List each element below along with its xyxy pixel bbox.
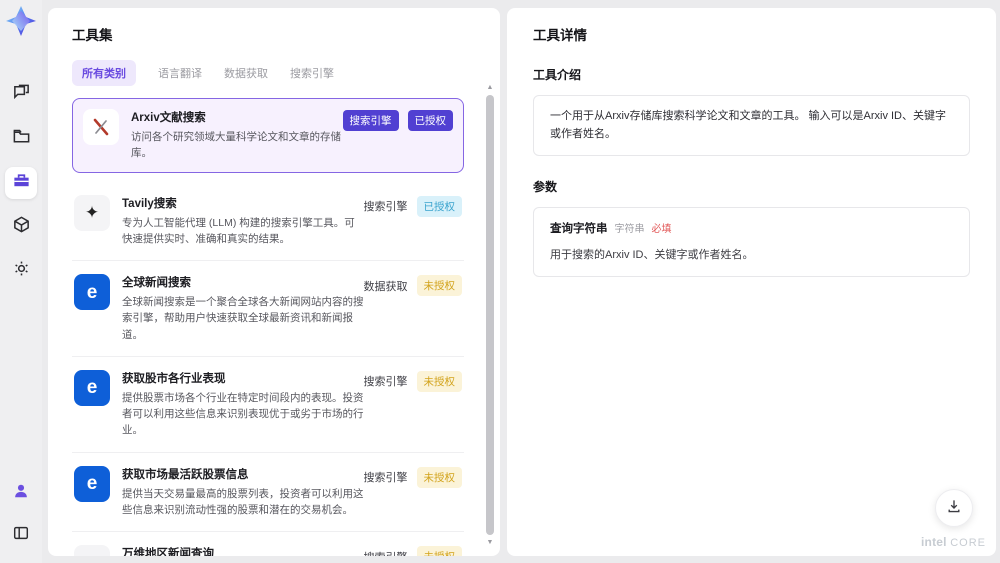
tool-name: 获取市场最活跃股票信息 [122, 468, 249, 481]
tool-name: 获取股市各行业表现 [122, 372, 226, 385]
param-card: 查询字符串 字符串 必填 用于搜索的Arxiv ID、关键字或作者姓名。 [533, 207, 970, 278]
cube-icon [12, 215, 31, 239]
tool-name: 全球新闻搜索 [122, 277, 191, 290]
scroll-down-icon[interactable]: ▼ [487, 537, 494, 548]
auth-badge: 已授权 [407, 110, 453, 131]
tool-name: Arxiv文献搜索 [131, 112, 206, 124]
sidebar [0, 0, 42, 563]
auth-badge: 未授权 [416, 546, 462, 556]
brand-intel-text: intel [921, 535, 947, 549]
tool-desc: 全球新闻搜索是一个聚合全球各大新闻网站内容的搜索引擎，帮助用户快速获取全球最新资… [122, 296, 364, 341]
category-label: 搜索引擎 [363, 376, 408, 389]
sidebar-item-tools[interactable] [5, 167, 37, 199]
chat-icon [12, 83, 31, 107]
sidebar-item-settings[interactable] [5, 255, 37, 287]
tool-list: Arxiv文献搜索 访问各个研究领域大量科学论文和文章的存储库。 搜索引擎 已授… [72, 98, 476, 556]
tool-desc: 访问各个研究领域大量科学论文和文章的存储库。 [131, 131, 341, 160]
param-required-flag: 必填 [651, 224, 672, 236]
tool-card-regional-news[interactable]: 万维地区新闻查询 查询具体行政区划内的新闻，快速了解各地新闻动态 搜索引擎 未授… [72, 532, 464, 556]
panel-toggle-button[interactable] [5, 519, 37, 551]
app-logo-icon [5, 5, 37, 37]
tool-desc: 提供当天交易量最高的股票列表，投资者可以利用这些信息来识别流动性强的股票和潜在的… [122, 487, 364, 516]
sector-performance-icon: e [74, 369, 110, 406]
param-desc: 用于搜索的Arxiv ID、关键字或作者姓名。 [550, 248, 754, 261]
tool-desc: 提供股票市场各个行业在特定时间段内的表现。投资者可以利用这些信息来识别表现优于或… [122, 391, 364, 437]
category-badge: 搜索引擎 [342, 110, 399, 131]
tool-card-global-news[interactable]: e 全球新闻搜索 全球新闻搜索是一个聚合全球各大新闻网站内容的搜索引擎，帮助用户… [72, 261, 464, 357]
active-stocks-icon: e [74, 465, 110, 502]
download-button[interactable] [934, 489, 973, 527]
regional-news-icon [74, 545, 110, 556]
tab-data-fetch[interactable]: 数据获取 [224, 60, 268, 86]
global-news-icon: e [74, 274, 110, 311]
auth-badge: 未授权 [416, 275, 462, 297]
category-label: 搜索引擎 [363, 201, 408, 214]
intel-core-logo: intel CORE [921, 535, 986, 549]
main-content: 工具集 所有类别 语言翻译 数据获取 搜索引擎 Arxiv文献搜索 访问各个研究… [42, 0, 1000, 563]
params-section-title: 参数 [533, 180, 558, 195]
intro-text: 一个用于从Arxiv存储库搜索科学论文和文章的工具。 输入可以是Arxiv ID… [550, 110, 946, 140]
tab-search-engine[interactable]: 搜索引擎 [290, 60, 334, 86]
sidebar-nav [5, 79, 37, 287]
tools-panel: 工具集 所有类别 语言翻译 数据获取 搜索引擎 Arxiv文献搜索 访问各个研究… [48, 8, 500, 556]
scrollbar: ▲ ▼ [485, 82, 495, 548]
download-icon [946, 498, 962, 519]
tool-desc: 专为人工智能代理 (LLM) 构建的搜索引擎工具。可快速提供实时、准确和真实的结… [122, 216, 355, 245]
sidebar-item-models[interactable] [5, 211, 37, 243]
arxiv-icon [83, 109, 119, 145]
corner-widgets: intel CORE [921, 489, 986, 549]
folder-icon [12, 127, 31, 151]
briefcase-icon [12, 171, 31, 195]
detail-title: 工具详情 [533, 28, 587, 43]
tool-card-arxiv[interactable]: Arxiv文献搜索 访问各个研究领域大量科学论文和文章的存储库。 搜索引擎 已授… [72, 98, 464, 173]
intro-card: 一个用于从Arxiv存储库搜索科学论文和文章的工具。 输入可以是Arxiv ID… [533, 95, 970, 157]
param-name: 查询字符串 [550, 223, 608, 236]
category-tabs: 所有类别 语言翻译 数据获取 搜索引擎 [72, 60, 476, 86]
tool-card-tavily[interactable]: ✦ Tavily搜索 专为人工智能代理 (LLM) 构建的搜索引擎工具。可快速提… [72, 182, 464, 262]
scroll-up-icon[interactable]: ▲ [487, 82, 494, 93]
auth-badge: 已授权 [416, 195, 462, 217]
tool-card-sector-performance[interactable]: e 获取股市各行业表现 提供股票市场各个行业在特定时间段内的表现。投资者可以利用… [72, 357, 464, 453]
param-type: 字符串 [614, 224, 645, 236]
user-avatar[interactable] [5, 477, 37, 509]
sidebar-item-files[interactable] [5, 123, 37, 155]
tavily-icon: ✦ [74, 194, 110, 231]
scrollbar-thumb[interactable] [486, 95, 494, 535]
auth-badge: 未授权 [416, 370, 462, 392]
sidebar-item-chat[interactable] [5, 79, 37, 111]
tool-detail-panel: 工具详情 工具介绍 一个用于从Arxiv存储库搜索科学论文和文章的工具。 输入可… [507, 8, 996, 556]
intro-section-title: 工具介绍 [533, 68, 582, 82]
tab-language-translation[interactable]: 语言翻译 [158, 60, 202, 86]
user-icon [12, 482, 30, 505]
category-label: 搜索引擎 [364, 549, 408, 556]
category-label: 搜索引擎 [363, 472, 408, 485]
brand-core-text: CORE [950, 537, 986, 549]
tool-card-most-active-stocks[interactable]: e 获取市场最活跃股票信息 提供当天交易量最高的股票列表，投资者可以利用这些信息… [72, 453, 464, 533]
auth-badge: 未授权 [416, 466, 462, 488]
tab-all-categories[interactable]: 所有类别 [72, 60, 136, 86]
tool-name: Tavily搜索 [122, 197, 177, 210]
gear-icon [12, 259, 31, 283]
category-label: 数据获取 [363, 280, 408, 293]
page-title: 工具集 [72, 28, 113, 43]
tool-name: 万维地区新闻查询 [122, 548, 214, 556]
panel-toggle-icon [12, 524, 30, 547]
